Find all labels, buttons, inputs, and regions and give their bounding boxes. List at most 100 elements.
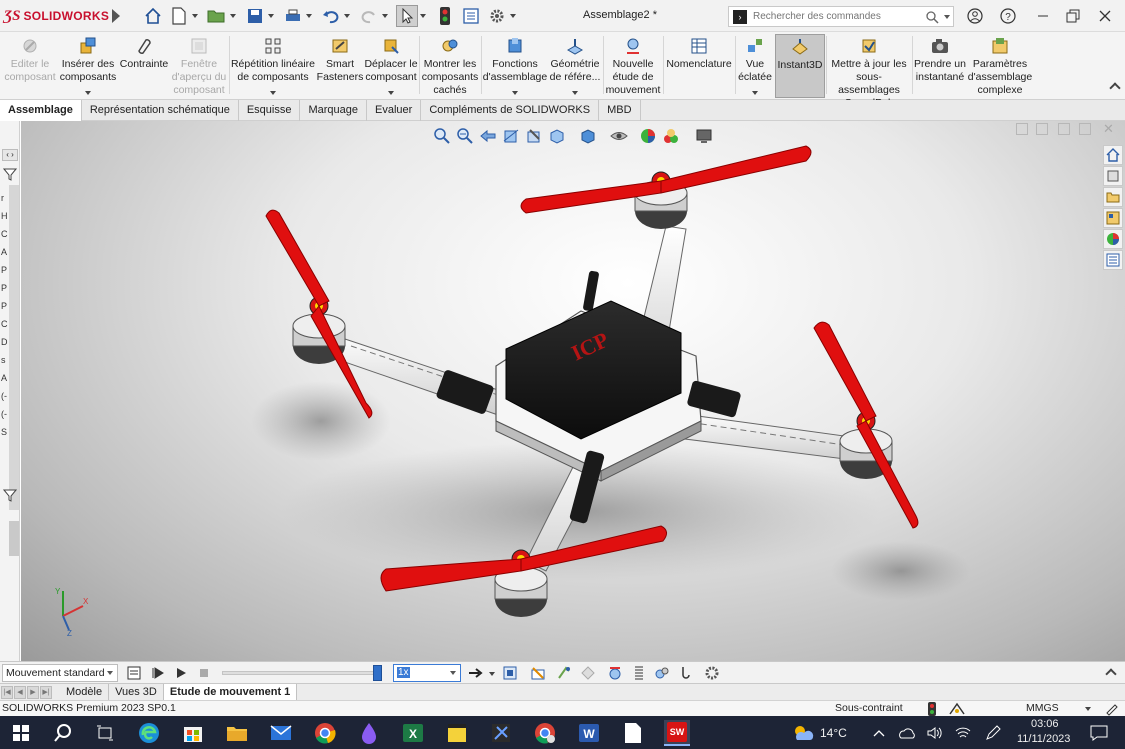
add-update-key-icon[interactable] (580, 665, 596, 681)
tab-esquisse[interactable]: Esquisse (239, 100, 301, 121)
word-icon[interactable]: W (576, 720, 602, 746)
new-motion-study-button[interactable]: Nouvelle étude de mouvement (604, 34, 662, 98)
contact-icon[interactable] (654, 665, 670, 681)
study-type-select[interactable]: Mouvement standard (2, 664, 118, 682)
rebuild-status-icon[interactable] (928, 702, 936, 716)
tree-item[interactable]: C (1, 229, 11, 239)
sticky-notes-icon[interactable] (444, 720, 470, 746)
pen-icon[interactable] (980, 720, 1006, 746)
tab-assemblage[interactable]: Assemblage (0, 100, 82, 121)
restore-icon[interactable] (1060, 4, 1086, 28)
last-tab-icon[interactable]: ▶| (40, 685, 52, 699)
chrome-icon[interactable] (312, 720, 338, 746)
tree-item[interactable]: P (1, 265, 11, 275)
search-icon[interactable] (50, 720, 76, 746)
tree-item[interactable]: C (1, 319, 11, 329)
gravity-icon[interactable] (677, 665, 693, 681)
quick-tips-icon[interactable] (948, 702, 966, 716)
take-snapshot-button[interactable]: Prendre un instantané (913, 34, 967, 98)
chevron-up-icon[interactable] (866, 720, 892, 746)
file-explorer-icon[interactable] (224, 720, 250, 746)
graphics-area[interactable]: ✕ ICP Y X Z (21, 121, 1125, 661)
tab-mbd[interactable]: MBD (599, 100, 641, 121)
insert-dropdown-icon[interactable] (85, 91, 91, 95)
pattern-dropdown-icon[interactable] (270, 91, 276, 95)
command-search[interactable]: › (728, 6, 954, 27)
play-from-start-icon[interactable] (150, 665, 166, 681)
task-view-icon[interactable] (92, 720, 118, 746)
filter-icon[interactable] (3, 488, 17, 502)
solidworks-taskbar-icon[interactable]: SW (664, 720, 690, 746)
reference-geometry-button[interactable]: Géométrie de référe... (548, 34, 602, 98)
volume-icon[interactable] (922, 720, 948, 746)
rebuild-icon[interactable] (434, 5, 456, 27)
motion-study-properties-icon[interactable] (704, 665, 720, 681)
windows-start-icon[interactable] (8, 720, 34, 746)
play-icon[interactable] (173, 665, 189, 681)
undo-icon[interactable] (320, 5, 342, 27)
help-icon[interactable]: ? (995, 4, 1021, 28)
spring-icon[interactable] (631, 665, 647, 681)
microsoft-store-icon[interactable] (180, 720, 206, 746)
animation-wizard-icon[interactable] (530, 665, 546, 681)
tab-modele[interactable]: Modèle (60, 683, 110, 701)
next-tab-icon[interactable]: ▶ (27, 685, 39, 699)
options-icon[interactable] (486, 5, 508, 27)
chrome-profile-icon[interactable] (532, 720, 558, 746)
file-properties-icon[interactable] (460, 5, 482, 27)
playback-mode-icon[interactable] (468, 665, 484, 681)
snipping-tool-icon[interactable] (488, 720, 514, 746)
expand-timeline-icon[interactable] (1105, 668, 1117, 680)
tab-evaluer[interactable]: Evaluer (367, 100, 422, 121)
notifications-icon[interactable] (1086, 720, 1112, 746)
search-input[interactable] (753, 11, 923, 22)
minimize-icon[interactable] (1030, 4, 1056, 28)
annotation-icon[interactable] (1105, 702, 1119, 716)
wifi-icon[interactable] (950, 720, 976, 746)
filter-icon[interactable] (3, 167, 17, 181)
first-tab-icon[interactable]: |◀ (1, 685, 13, 699)
close-icon[interactable] (1092, 4, 1118, 28)
playback-slider-thumb[interactable] (373, 665, 383, 681)
weather-icon[interactable] (790, 720, 816, 746)
open-icon[interactable] (206, 5, 228, 27)
tree-item[interactable]: A (1, 373, 11, 383)
tab-complements[interactable]: Compléments de SOLIDWORKS (421, 100, 600, 121)
solidworks-logo[interactable]: ƷS SOLIDWORKS (4, 7, 109, 25)
playback-speed-select[interactable]: 1x (393, 664, 461, 682)
tree-item[interactable]: P (1, 301, 11, 311)
user-account-icon[interactable] (962, 4, 988, 28)
insert-components-button[interactable]: Insérer des composants (58, 34, 118, 98)
mate-button[interactable]: Contrainte (118, 34, 170, 98)
excel-icon[interactable]: X (400, 720, 426, 746)
search-dropdown-icon[interactable] (944, 15, 950, 19)
panel-arrows-icon[interactable]: ‹ › (2, 149, 18, 161)
redo-dropdown-icon[interactable] (382, 14, 388, 18)
edge-browser-icon[interactable] (136, 720, 162, 746)
print-dropdown-icon[interactable] (306, 14, 312, 18)
units-system[interactable]: MMGS (1026, 701, 1059, 716)
tree-item[interactable]: s (1, 355, 11, 365)
options-dropdown-icon[interactable] (510, 14, 516, 18)
new-dropdown-icon[interactable] (192, 14, 198, 18)
paint-app-icon[interactable] (356, 720, 382, 746)
open-dropdown-icon[interactable] (230, 14, 236, 18)
prev-tab-icon[interactable]: ◀ (14, 685, 26, 699)
assembly-features-button[interactable]: Fonctions d'assemblage (482, 34, 548, 98)
tab-etude-de-mouvement[interactable]: Etude de mouvement 1 (163, 683, 298, 701)
move-component-button[interactable]: Déplacer le composant (364, 34, 418, 98)
clock-date[interactable]: 11/11/2023 (1017, 733, 1070, 745)
tree-item[interactable]: H (1, 211, 11, 221)
tree-item[interactable]: (- (1, 409, 11, 419)
stop-icon[interactable] (196, 665, 212, 681)
drone-model[interactable]: ICP (21, 121, 1125, 661)
calculate-icon[interactable] (126, 665, 142, 681)
save-animation-icon[interactable] (502, 665, 518, 681)
tree-item[interactable]: P (1, 283, 11, 293)
autokey-icon[interactable] (556, 665, 572, 681)
undo-dropdown-icon[interactable] (344, 14, 350, 18)
tree-item[interactable]: A (1, 247, 11, 257)
menu-expand-icon[interactable] (112, 9, 120, 23)
tab-marquage[interactable]: Marquage (300, 100, 368, 121)
move-dropdown-icon[interactable] (388, 91, 394, 95)
